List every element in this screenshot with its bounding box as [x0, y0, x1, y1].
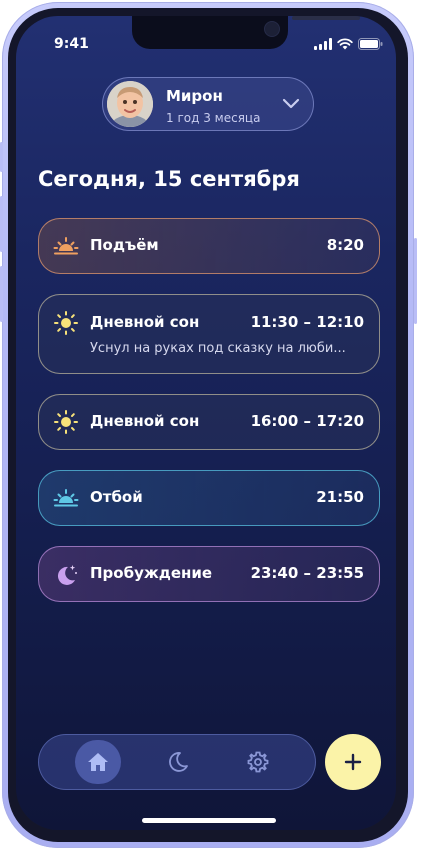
- event-title: Подъём: [90, 236, 159, 254]
- event-title: Дневной сон: [90, 313, 200, 331]
- child-age: 1 год 3 месяца: [166, 111, 261, 125]
- event-time: 23:40 – 23:55: [250, 564, 364, 582]
- event-time: 21:50: [316, 488, 364, 506]
- volume-down-button: [0, 266, 3, 322]
- event-title: Отбой: [90, 488, 143, 506]
- nav-home-button[interactable]: [75, 740, 121, 784]
- bottom-nav: [38, 734, 316, 790]
- add-event-button[interactable]: [325, 734, 381, 790]
- plus-icon: [344, 753, 362, 771]
- signal-icon: [314, 38, 332, 50]
- chevron-down-icon: [282, 98, 300, 109]
- sunrise-icon: [53, 237, 79, 255]
- wifi-icon: [337, 38, 353, 50]
- status-time: 9:41: [54, 36, 89, 52]
- battery-icon: [358, 38, 383, 50]
- nav-sleep-button[interactable]: [155, 740, 201, 784]
- event-title: Пробуждение: [90, 564, 213, 582]
- moon-icon: [169, 752, 188, 772]
- event-card-bedtime[interactable]: Отбой 21:50: [38, 470, 380, 526]
- event-time: 16:00 – 17:20: [250, 412, 364, 430]
- event-card-night-wakeup[interactable]: Пробуждение 23:40 – 23:55: [38, 546, 380, 602]
- moon-stars-icon: [57, 565, 77, 585]
- event-time: 8:20: [326, 236, 364, 254]
- front-camera: [264, 21, 280, 37]
- child-profile-selector[interactable]: Мирон 1 год 3 месяца: [102, 77, 314, 131]
- event-card-nap[interactable]: Дневной сон 16:00 – 17:20: [38, 394, 380, 450]
- volume-up-button: [0, 196, 3, 252]
- side-button: [0, 142, 3, 172]
- event-note: Уснул на руках под сказку на люби...: [90, 341, 346, 356]
- gear-icon: [247, 751, 269, 773]
- sun-icon: [54, 410, 78, 434]
- event-card-nap[interactable]: Дневной сон 11:30 – 12:10 Уснул на руках…: [38, 294, 380, 374]
- child-name: Мирон: [166, 87, 223, 105]
- sunset-icon: [53, 489, 79, 507]
- home-icon: [88, 753, 108, 771]
- event-time: 11:30 – 12:10: [250, 313, 364, 331]
- nav-settings-button[interactable]: [235, 740, 281, 784]
- speaker-grille: [292, 16, 360, 20]
- status-icons: [314, 38, 383, 50]
- avatar: [107, 81, 153, 127]
- sun-icon: [54, 311, 78, 335]
- event-card-wake[interactable]: Подъём 8:20: [38, 218, 380, 274]
- event-title: Дневной сон: [90, 412, 200, 430]
- page-title: Сегодня, 15 сентября: [38, 167, 300, 191]
- app-screen: 9:41 Мирон 1 год 3 месяца Сегодня, 15 се…: [16, 16, 396, 830]
- notch: [132, 16, 360, 49]
- home-indicator: [142, 818, 276, 823]
- power-button: [414, 238, 417, 324]
